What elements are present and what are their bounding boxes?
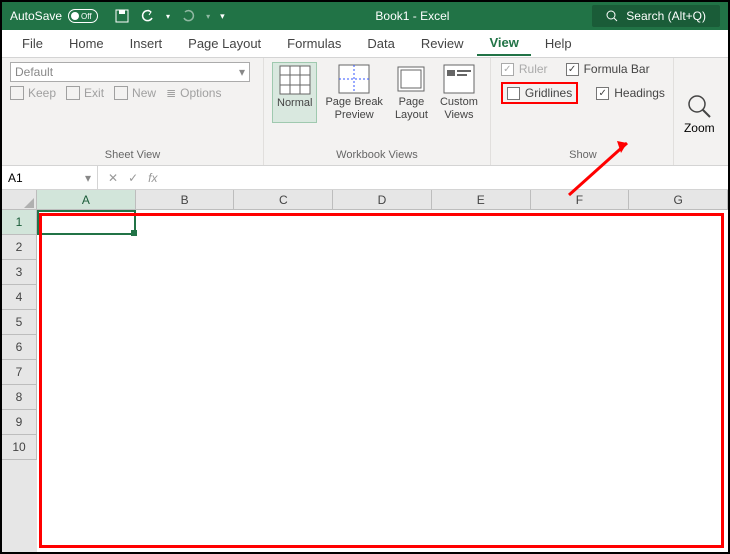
- row-header-9[interactable]: 9: [2, 410, 37, 435]
- keep-icon: [10, 86, 24, 100]
- search-placeholder: Search (Alt+Q): [626, 9, 706, 23]
- tab-help[interactable]: Help: [533, 32, 584, 55]
- show-group-label: Show: [501, 149, 665, 163]
- undo-icon[interactable]: [140, 8, 156, 24]
- col-header-f[interactable]: F: [531, 190, 630, 209]
- tab-page-layout[interactable]: Page Layout: [176, 32, 273, 55]
- page-break-icon: [338, 64, 370, 94]
- row-header-10[interactable]: 10: [2, 435, 37, 460]
- options-icon: ≣: [166, 86, 176, 100]
- col-header-e[interactable]: E: [432, 190, 531, 209]
- row-header-7[interactable]: 7: [2, 360, 37, 385]
- autosave-toggle[interactable]: Off: [68, 9, 98, 23]
- row-header-4[interactable]: 4: [2, 285, 37, 310]
- row-header-6[interactable]: 6: [2, 335, 37, 360]
- custom-views-icon: [443, 64, 475, 94]
- selected-cell[interactable]: [37, 210, 136, 235]
- custom-views-button[interactable]: Custom Views: [436, 62, 482, 123]
- row-header-3[interactable]: 3: [2, 260, 37, 285]
- row-header-5[interactable]: 5: [2, 310, 37, 335]
- chevron-down-icon: ▾: [85, 171, 91, 185]
- title-bar: AutoSave Off ▾ ▾ ▾ Book1 - Excel Search …: [2, 2, 728, 30]
- sheet-view-dropdown[interactable]: Default ▾: [10, 62, 250, 82]
- row-headers: 1 2 3 4 5 6 7 8 9 10: [2, 210, 37, 552]
- ribbon-tabs: File Home Insert Page Layout Formulas Da…: [2, 30, 728, 58]
- new-icon: [114, 86, 128, 100]
- qat-customize-icon[interactable]: ▾: [220, 11, 225, 22]
- save-icon[interactable]: [114, 8, 130, 24]
- name-box[interactable]: A1 ▾: [2, 166, 98, 189]
- normal-view-button[interactable]: Normal: [272, 62, 317, 123]
- row-header-8[interactable]: 8: [2, 385, 37, 410]
- tab-home[interactable]: Home: [57, 32, 116, 55]
- keep-button[interactable]: Keep: [10, 86, 56, 100]
- tab-insert[interactable]: Insert: [118, 32, 175, 55]
- sheet-view-group-label: Sheet View: [10, 149, 255, 163]
- cancel-formula-icon[interactable]: ✕: [108, 171, 118, 185]
- row-header-2[interactable]: 2: [2, 235, 37, 260]
- formula-bar-checkbox[interactable]: ✓Formula Bar: [566, 62, 650, 76]
- headings-checkbox[interactable]: ✓Headings: [596, 82, 665, 104]
- zoom-button[interactable]: Zoom: [674, 58, 725, 165]
- chevron-down-icon: ▾: [239, 65, 245, 79]
- gridlines-checkbox[interactable]: Gridlines: [501, 82, 578, 104]
- undo-dropdown-icon[interactable]: ▾: [166, 12, 170, 21]
- sheet-area: 1 2 3 4 5 6 7 8 9 10: [2, 210, 728, 552]
- formula-bar-row: A1 ▾ ✕ ✓ fx: [2, 166, 728, 190]
- page-layout-icon: [395, 64, 427, 94]
- col-header-a[interactable]: A: [37, 190, 136, 209]
- col-header-d[interactable]: D: [333, 190, 432, 209]
- document-title: Book1 - Excel: [233, 9, 593, 23]
- workbook-views-group-label: Workbook Views: [272, 149, 482, 163]
- tab-file[interactable]: File: [10, 32, 55, 55]
- exit-button[interactable]: Exit: [66, 86, 104, 100]
- select-all-corner[interactable]: [2, 190, 37, 209]
- autosave-label: AutoSave: [10, 9, 62, 23]
- redo-dropdown-icon[interactable]: ▾: [206, 12, 210, 21]
- tab-view[interactable]: View: [477, 31, 530, 56]
- column-headers: A B C D E F G: [2, 190, 728, 210]
- search-box[interactable]: Search (Alt+Q): [592, 5, 720, 27]
- tab-formulas[interactable]: Formulas: [275, 32, 353, 55]
- new-button[interactable]: New: [114, 86, 156, 100]
- tab-review[interactable]: Review: [409, 32, 476, 55]
- cell-grid[interactable]: [37, 210, 728, 552]
- row-header-1[interactable]: 1: [2, 210, 37, 235]
- col-header-g[interactable]: G: [629, 190, 728, 209]
- enter-formula-icon[interactable]: ✓: [128, 171, 138, 185]
- ruler-checkbox[interactable]: ✓Ruler: [501, 62, 548, 76]
- ribbon: Default ▾ Keep Exit New ≣Options Sheet V…: [2, 58, 728, 166]
- page-break-button[interactable]: Page Break Preview: [321, 62, 386, 123]
- page-layout-button[interactable]: Page Layout: [391, 62, 432, 123]
- options-button[interactable]: ≣Options: [166, 86, 221, 100]
- normal-view-icon: [279, 65, 311, 95]
- col-header-b[interactable]: B: [136, 190, 235, 209]
- search-icon: [606, 10, 618, 22]
- fx-icon[interactable]: fx: [148, 171, 157, 185]
- exit-icon: [66, 86, 80, 100]
- tab-data[interactable]: Data: [355, 32, 406, 55]
- zoom-icon: [686, 93, 712, 119]
- col-header-c[interactable]: C: [234, 190, 333, 209]
- redo-icon[interactable]: [180, 8, 196, 24]
